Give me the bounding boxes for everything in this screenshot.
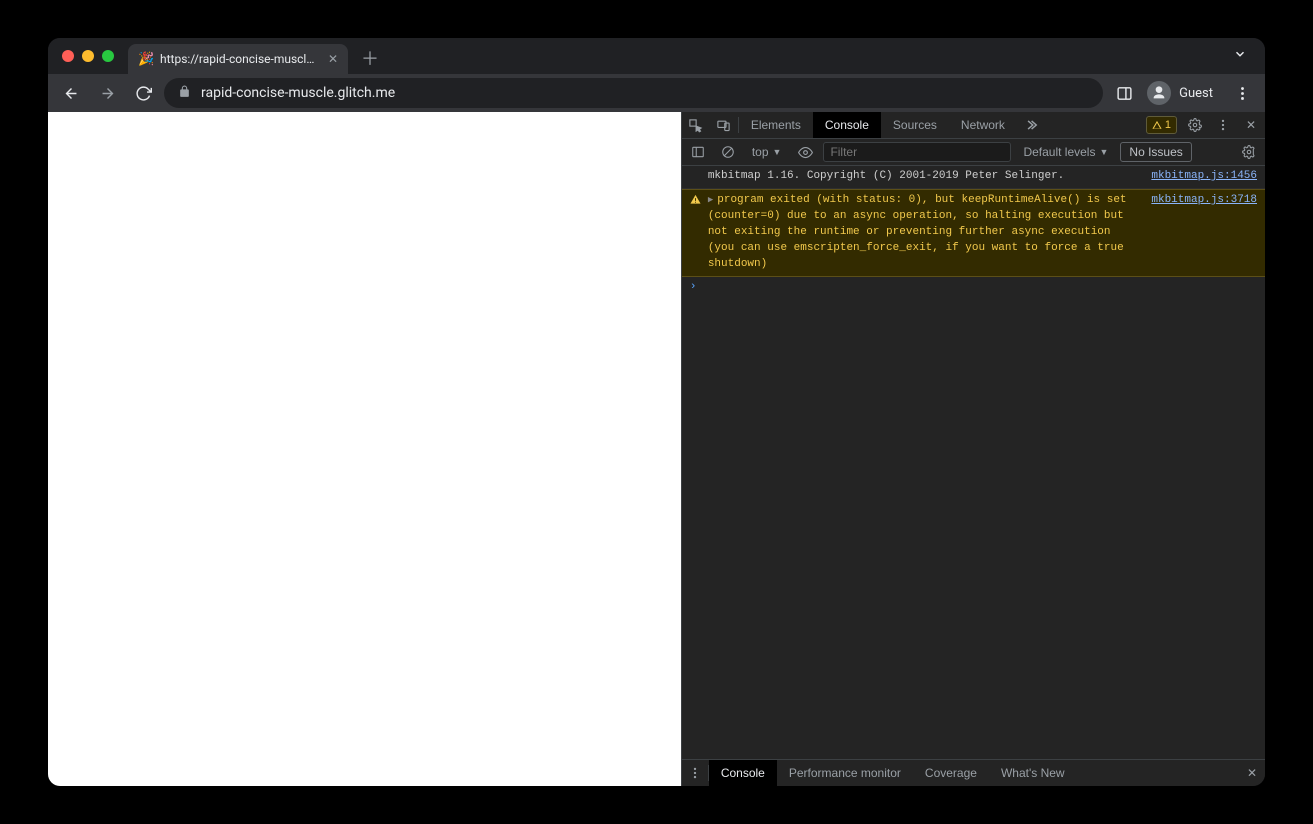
message-text: ▶program exited (with status: 0), but ke… [708,193,1144,273]
message-source-link[interactable]: mkbitmap.js:1456 [1143,169,1257,185]
side-panel-button[interactable] [1109,78,1139,108]
tab-network[interactable]: Network [949,112,1017,138]
tab-sources[interactable]: Sources [881,112,949,138]
chevron-down-icon: ▼ [1099,147,1108,157]
devtools-drawer: Console Performance monitor Coverage Wha… [682,759,1265,786]
expand-caret-icon[interactable]: ▶ [708,195,713,205]
drawer-tab-coverage[interactable]: Coverage [913,760,989,786]
console-prompt[interactable]: › [682,277,1265,299]
window-close-button[interactable] [62,50,74,62]
drawer-close-button[interactable]: ✕ [1239,760,1265,786]
message-source-link[interactable]: mkbitmap.js:3718 [1143,193,1257,209]
devtools-menu-button[interactable] [1209,112,1237,138]
chevron-down-icon: ▼ [773,147,782,157]
console-settings-button[interactable] [1237,140,1261,164]
warnings-badge[interactable]: 1 [1146,116,1177,134]
tab-elements[interactable]: Elements [739,112,813,138]
devtools-panel: Elements Console Sources Network 1 [681,112,1265,786]
profile-button[interactable]: Guest [1145,79,1221,107]
issues-label: No Issues [1129,145,1182,159]
reload-button[interactable] [128,78,158,108]
drawer-tab-console[interactable]: Console [709,760,777,786]
profile-label: Guest [1179,86,1213,101]
window-minimize-button[interactable] [82,50,94,62]
drawer-menu-button[interactable] [682,760,708,786]
lock-icon [178,85,191,102]
avatar-icon [1147,81,1171,105]
execution-context-selector[interactable]: top ▼ [746,143,788,161]
new-tab-button[interactable]: ＋ [356,44,384,72]
prompt-caret-icon: › [690,280,708,296]
log-levels-selector[interactable]: Default levels ▼ [1017,143,1114,161]
window-controls [56,50,120,62]
url-text: rapid-concise-muscle.glitch.me [201,85,395,101]
chrome-menu-button[interactable] [1227,78,1257,108]
issues-button[interactable]: No Issues [1120,142,1191,162]
page-viewport[interactable] [48,112,681,786]
drawer-tab-perfmon[interactable]: Performance monitor [777,760,913,786]
devtools-settings-button[interactable] [1181,112,1209,138]
live-expression-button[interactable] [793,140,817,164]
browser-toolbar: rapid-concise-muscle.glitch.me Guest [48,74,1265,112]
tab-strip: 🎉 https://rapid-concise-muscle.g ✕ ＋ [48,38,1265,74]
console-output[interactable]: mkbitmap 1.16. Copyright (C) 2001-2019 P… [682,166,1265,759]
tab-console[interactable]: Console [813,112,881,138]
tab-title: https://rapid-concise-muscle.g [160,52,320,66]
window-maximize-button[interactable] [102,50,114,62]
warning-icon [690,194,701,205]
context-label: top [752,145,769,159]
inspect-element-button[interactable] [682,112,710,138]
address-bar[interactable]: rapid-concise-muscle.glitch.me [164,78,1103,108]
console-filter-input[interactable] [823,142,1011,162]
forward-button[interactable] [92,78,122,108]
console-sidebar-toggle[interactable] [686,140,710,164]
devtools-tabs: Elements Console Sources Network 1 [682,112,1265,139]
levels-label: Default levels [1023,145,1095,159]
warnings-count: 1 [1165,119,1171,131]
devtools-close-button[interactable]: ✕ [1237,112,1265,138]
message-text: mkbitmap 1.16. Copyright (C) 2001-2019 P… [708,169,1144,185]
console-message-warning: ▶program exited (with status: 0), but ke… [682,189,1265,277]
device-toolbar-button[interactable] [710,112,738,138]
more-tabs-button[interactable] [1017,112,1045,138]
browser-tab[interactable]: 🎉 https://rapid-concise-muscle.g ✕ [128,44,348,74]
party-popper-icon: 🎉 [138,52,152,66]
close-tab-button[interactable]: ✕ [328,52,338,66]
console-toolbar: top ▼ Default levels ▼ No Issues [682,139,1265,166]
tabs-dropdown-button[interactable] [1223,47,1257,65]
drawer-tab-whatsnew[interactable]: What's New [989,760,1077,786]
clear-console-button[interactable] [716,140,740,164]
back-button[interactable] [56,78,86,108]
console-message-log: mkbitmap 1.16. Copyright (C) 2001-2019 P… [682,166,1265,189]
